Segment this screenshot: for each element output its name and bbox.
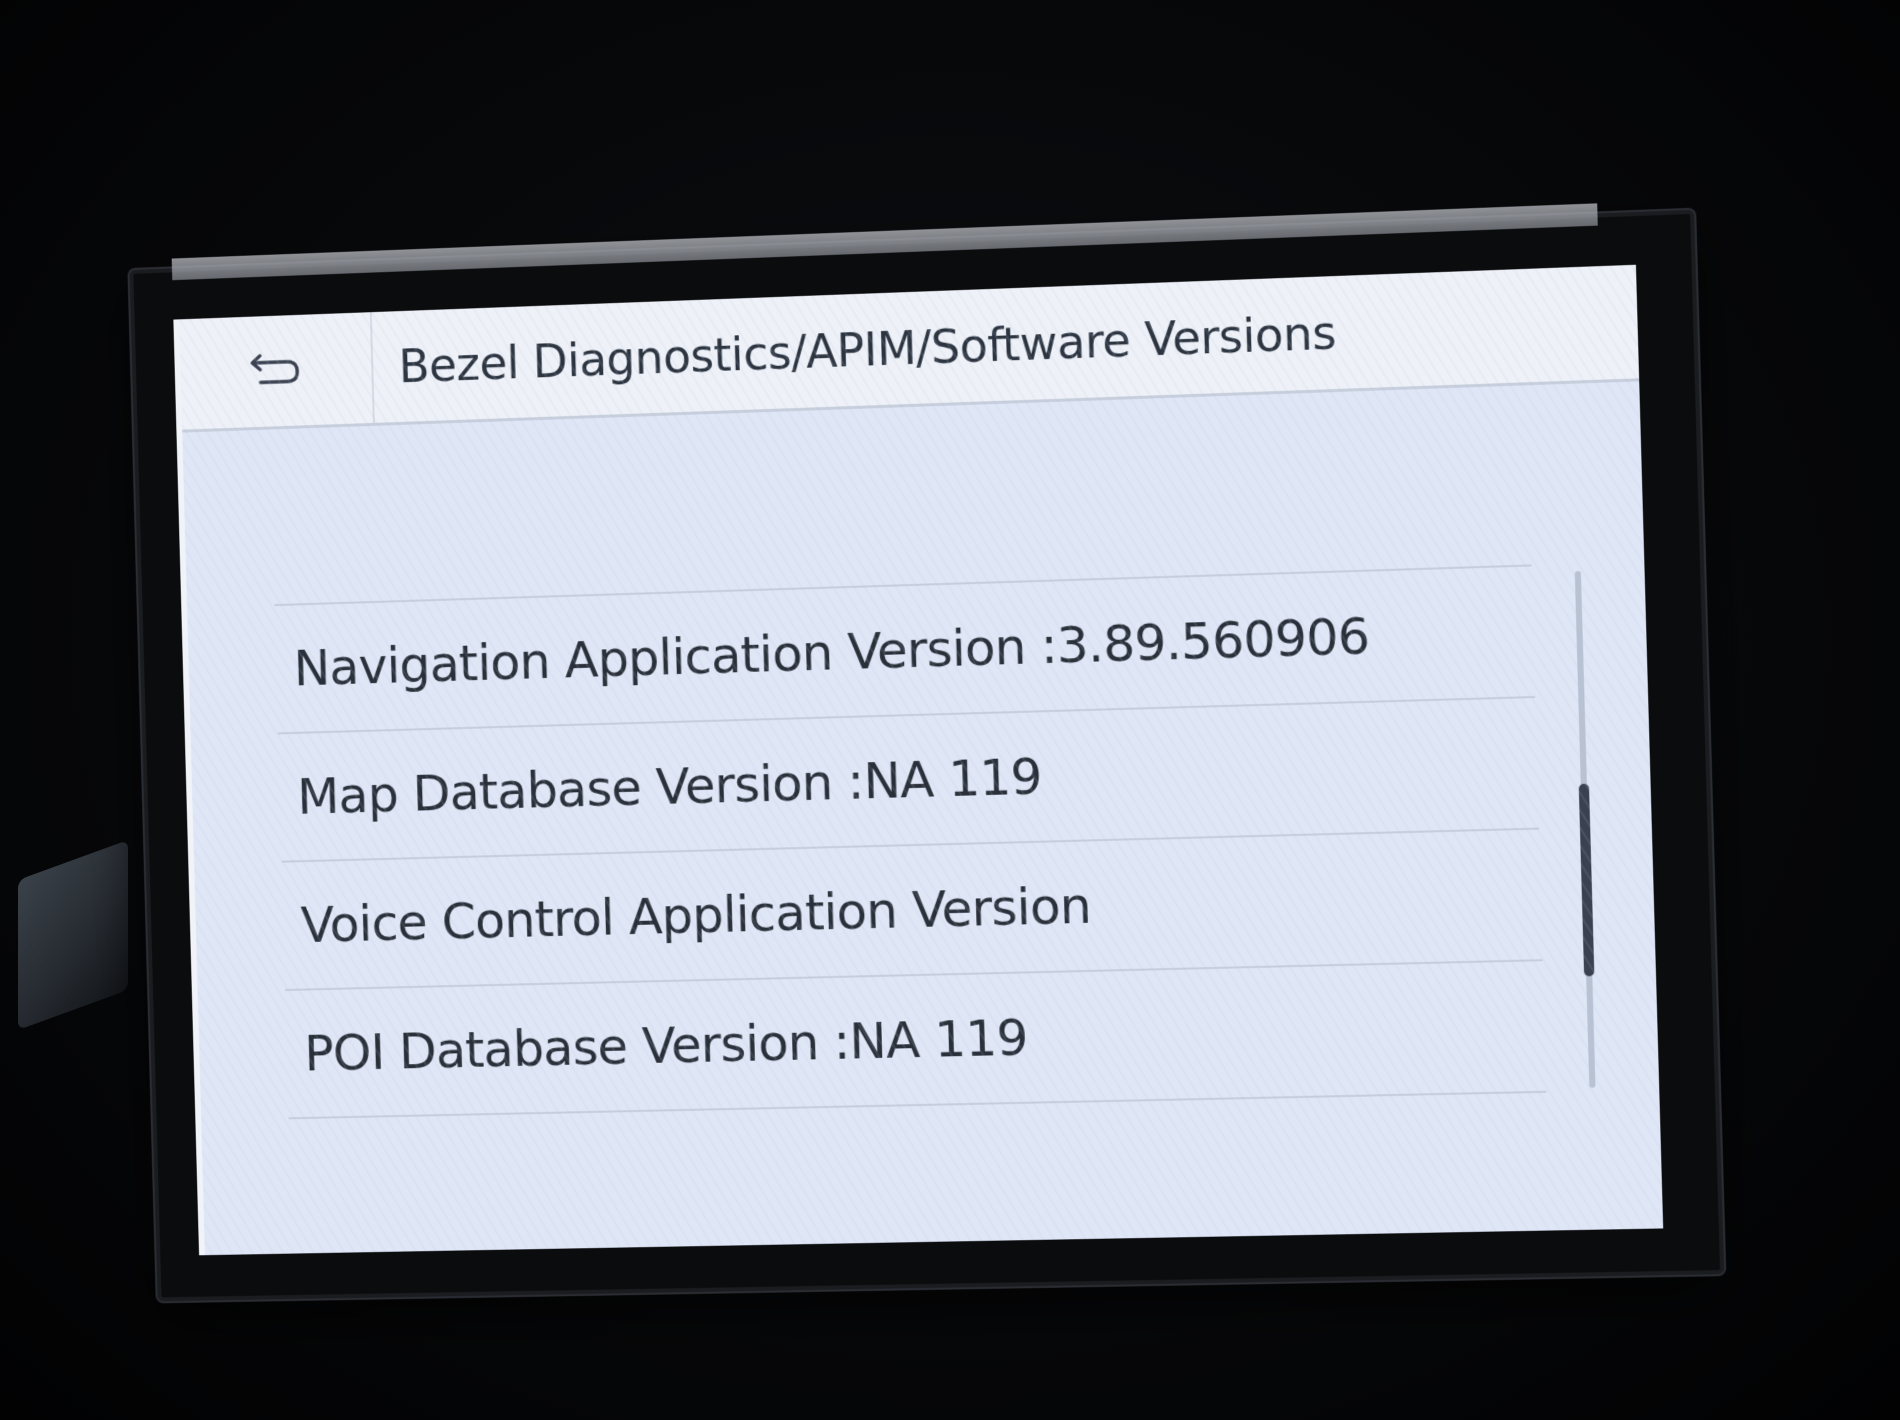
scrollbar-thumb[interactable] (1578, 783, 1595, 977)
page-title: Bezel Diagnostics/APIM/Software Versions (397, 305, 1337, 394)
list-item-label: POI Database Version :NA 119 (303, 1008, 1029, 1083)
list-item-label: Navigation Application Version :3.89.560… (292, 606, 1371, 698)
list-item-label: Voice Control Application Version (300, 876, 1092, 955)
back-button[interactable] (179, 312, 375, 430)
back-arrow-icon (248, 348, 304, 393)
bezel-glint (171, 203, 1598, 281)
screen-header: Bezel Diagnostics/APIM/Software Versions (179, 264, 1640, 433)
dash-reflection (18, 839, 128, 1031)
infotainment-screen: Bezel Diagnostics/APIM/Software Versions… (173, 264, 1664, 1256)
software-versions-list: Navigation Application Version :3.89.560… (274, 564, 1547, 1120)
photo-scene: Bezel Diagnostics/APIM/Software Versions… (0, 0, 1900, 1420)
display-bezel: Bezel Diagnostics/APIM/Software Versions… (129, 203, 1725, 1302)
list-item-label: Map Database Version :NA 119 (296, 747, 1043, 826)
